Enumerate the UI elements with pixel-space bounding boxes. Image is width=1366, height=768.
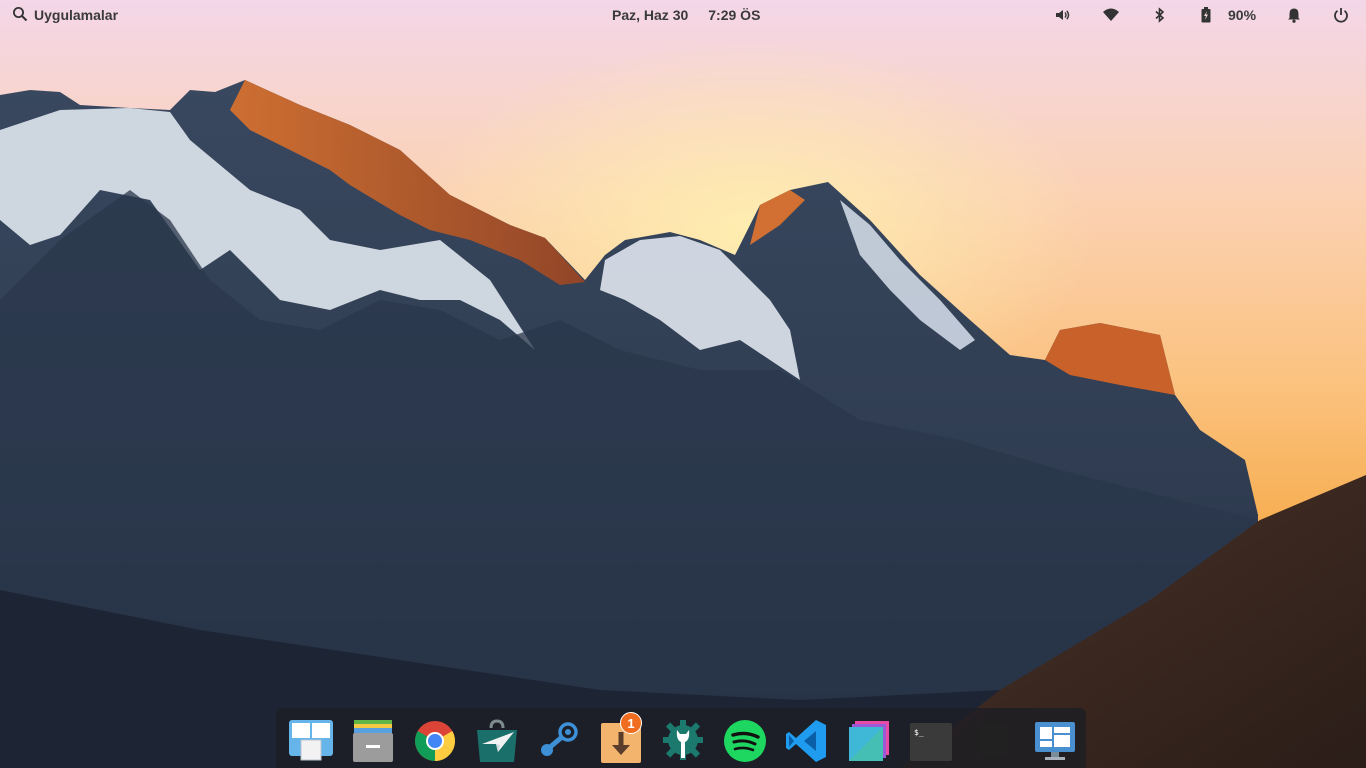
dock-item-photo-app[interactable] [846, 718, 892, 764]
monitor-icon [1035, 722, 1075, 760]
applications-menu[interactable]: Uygulamalar [12, 0, 118, 30]
steam-icon [541, 722, 578, 756]
appcenter-icon [477, 719, 517, 762]
dock-item-files[interactable] [350, 718, 396, 764]
settings-icon [663, 720, 703, 760]
desktop-wallpaper [0, 0, 1366, 768]
time-label: 7:29 ÖS [708, 7, 761, 23]
spotify-icon [724, 720, 766, 762]
multitasking-view-icon [289, 720, 333, 761]
volume-icon[interactable] [1053, 6, 1071, 24]
search-icon [12, 6, 28, 25]
dock-item-monitor-app[interactable] [1032, 718, 1078, 764]
files-icon [353, 720, 393, 762]
wifi-icon[interactable] [1102, 6, 1120, 24]
dock-item-vscode[interactable] [784, 718, 830, 764]
battery-percentage[interactable]: 90% [1228, 0, 1256, 30]
power-icon[interactable] [1332, 6, 1350, 24]
dock-item-updates[interactable]: 1 [598, 712, 644, 764]
dock-item-steam[interactable] [536, 718, 582, 764]
vscode-icon [786, 720, 826, 762]
date-time-indicator[interactable]: Paz, Haz 30 7:29 ÖS [612, 0, 760, 30]
dock: 1 $_ [276, 708, 1086, 768]
terminal-icon: $_ [910, 723, 952, 761]
bluetooth-icon[interactable] [1151, 6, 1169, 24]
notifications-icon[interactable] [1285, 6, 1303, 24]
dock-item-multitasking-view[interactable] [288, 718, 334, 764]
blank-window-icon [979, 723, 1007, 757]
svg-text:$_: $_ [914, 728, 924, 737]
dock-item-spotify[interactable] [722, 718, 768, 764]
dock-item-terminal[interactable]: $_ [908, 718, 954, 764]
dock-item-system-settings[interactable] [660, 718, 706, 764]
dock-item-blank-app[interactable] [970, 718, 1016, 764]
dock-item-chrome[interactable] [412, 718, 458, 764]
date-label: Paz, Haz 30 [612, 7, 689, 23]
dock-item-appcenter[interactable] [474, 718, 520, 764]
updates-badge: 1 [620, 712, 642, 734]
chrome-icon [415, 721, 455, 761]
battery-icon[interactable] [1197, 6, 1215, 24]
applications-label: Uygulamalar [34, 7, 119, 23]
photos-icon [849, 721, 889, 761]
top-panel: Uygulamalar Paz, Haz 30 7:29 ÖS 90% [0, 0, 1366, 30]
